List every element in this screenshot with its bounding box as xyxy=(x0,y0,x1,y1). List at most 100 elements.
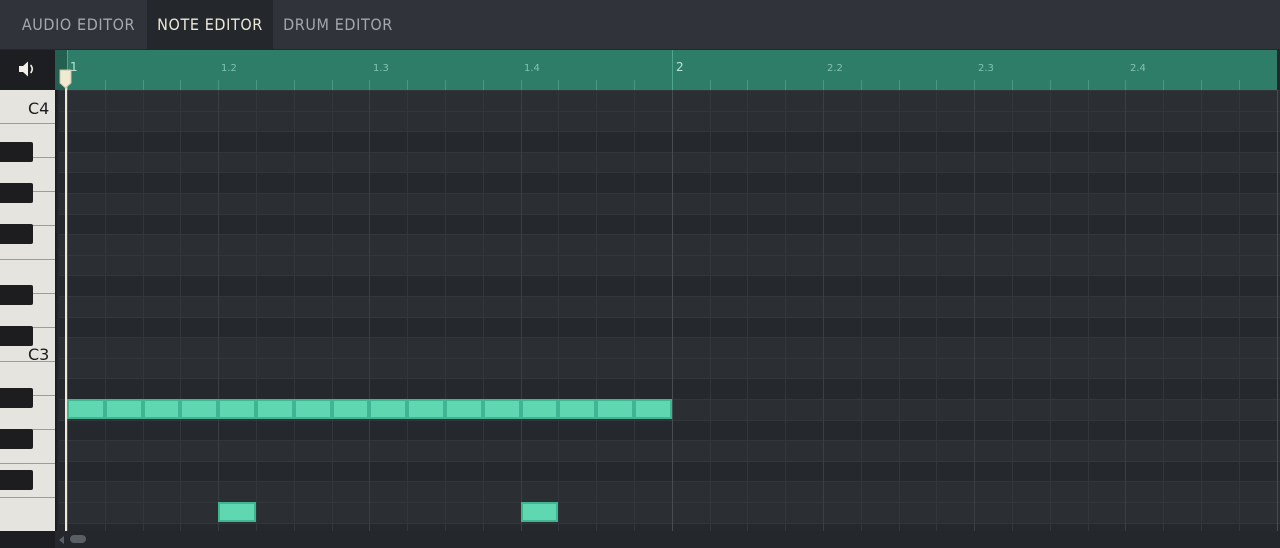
midi-note[interactable] xyxy=(142,399,181,419)
grid-column-line xyxy=(256,90,257,531)
beat-label: 2.2 xyxy=(827,63,843,74)
black-key[interactable] xyxy=(0,224,33,244)
grid-column-line xyxy=(709,90,711,531)
scroll-left-arrow-icon[interactable] xyxy=(59,536,64,544)
step-tick xyxy=(1087,80,1089,90)
beat-label: 1.4 xyxy=(524,63,540,74)
grid-column-line xyxy=(1276,90,1278,531)
grid-row-line xyxy=(59,255,1280,256)
bar-label: 2 xyxy=(676,60,684,74)
step-tick xyxy=(709,80,711,90)
midi-note[interactable] xyxy=(634,399,672,419)
grid-column-line xyxy=(1012,90,1013,531)
black-key[interactable] xyxy=(0,429,33,449)
grid-row-line xyxy=(59,193,1280,194)
grid-row-line xyxy=(59,337,1280,338)
midi-note[interactable] xyxy=(520,502,559,522)
speaker-icon[interactable] xyxy=(18,60,38,78)
step-tick xyxy=(1163,80,1165,90)
grid-column-line xyxy=(369,90,371,531)
midi-note[interactable] xyxy=(67,399,105,419)
step-tick xyxy=(407,80,409,90)
grid-row-black-key xyxy=(59,213,1280,235)
scroll-thumb[interactable] xyxy=(70,535,86,543)
midi-note[interactable] xyxy=(596,399,634,419)
black-key[interactable] xyxy=(0,142,33,162)
step-tick xyxy=(1125,80,1127,90)
black-key[interactable] xyxy=(0,285,33,305)
grid-column-line xyxy=(407,90,409,531)
tab-note-editor[interactable]: NOTE EDITOR xyxy=(147,0,273,49)
corner-filler xyxy=(0,531,55,548)
step-tick xyxy=(520,80,522,90)
grid-column-line xyxy=(1201,90,1202,531)
grid-row-black-key xyxy=(59,460,1280,482)
grid-row-black-key xyxy=(59,316,1280,338)
grid-column-line xyxy=(596,90,598,531)
midi-note[interactable] xyxy=(558,399,597,419)
grid-row-line xyxy=(59,296,1280,297)
grid-row-black-key xyxy=(59,172,1280,193)
key-label-c3: C3 xyxy=(28,345,50,364)
step-tick xyxy=(482,80,484,90)
step-tick xyxy=(331,80,333,90)
playhead-line xyxy=(65,80,67,531)
grid-column-line xyxy=(67,90,68,531)
grid-column-line xyxy=(482,90,484,531)
playhead-handle[interactable] xyxy=(59,69,72,89)
tab-drum-editor[interactable]: DRUM EDITOR xyxy=(273,0,403,49)
step-tick xyxy=(936,80,938,90)
step-tick xyxy=(218,80,220,90)
piano-keyboard[interactable]: C4 C3 xyxy=(0,90,55,531)
midi-note[interactable] xyxy=(218,399,256,419)
grid-column-line xyxy=(1163,90,1165,531)
grid-row-black-key xyxy=(59,131,1280,152)
grid-column-line xyxy=(142,90,144,531)
midi-note[interactable] xyxy=(218,502,256,522)
midi-note[interactable] xyxy=(293,399,332,419)
black-key[interactable] xyxy=(0,470,33,490)
step-tick xyxy=(369,80,371,90)
black-key[interactable] xyxy=(0,326,33,346)
grid-column-line xyxy=(671,90,673,531)
grid-column-line xyxy=(634,90,635,531)
note-grid[interactable] xyxy=(59,90,1280,531)
timeline-ruler[interactable]: 1 2 1.2 1.3 1.4 2.2 2.3 2.4 xyxy=(55,50,1280,91)
beat-label: 2.4 xyxy=(1130,63,1146,74)
midi-note[interactable] xyxy=(520,399,559,419)
sound-preview-toggle[interactable] xyxy=(0,50,55,90)
step-tick xyxy=(256,80,257,90)
grid-row-line xyxy=(59,131,1280,132)
step-tick xyxy=(445,80,446,90)
grid-row-black-key xyxy=(59,275,1280,296)
step-tick xyxy=(596,80,598,90)
midi-note[interactable] xyxy=(369,399,408,419)
midi-note[interactable] xyxy=(331,399,370,419)
grid-row-line xyxy=(59,461,1280,462)
key-label-c4: C4 xyxy=(28,99,50,118)
midi-note[interactable] xyxy=(445,399,483,419)
step-tick xyxy=(558,80,560,90)
beat-label: 2.3 xyxy=(978,63,994,74)
midi-note[interactable] xyxy=(104,399,143,419)
midi-note[interactable] xyxy=(482,399,521,419)
midi-note[interactable] xyxy=(180,399,219,419)
grid-column-line xyxy=(936,90,938,531)
grid-column-line xyxy=(898,90,900,531)
grid-row-line xyxy=(59,172,1280,173)
grid-row-line xyxy=(59,420,1280,421)
black-key[interactable] xyxy=(0,183,33,203)
step-tick xyxy=(634,80,635,90)
grid-row-black-key xyxy=(59,378,1280,399)
midi-note[interactable] xyxy=(407,399,445,419)
black-key[interactable] xyxy=(0,388,33,408)
grid-column-line xyxy=(785,90,787,531)
grid-row-line xyxy=(59,378,1280,379)
step-tick xyxy=(104,80,106,90)
tab-audio-editor[interactable]: AUDIO EDITOR xyxy=(10,0,147,49)
grid-row-line xyxy=(59,481,1280,482)
step-tick xyxy=(898,80,900,90)
midi-note[interactable] xyxy=(256,399,294,419)
horizontal-scrollbar[interactable] xyxy=(55,531,1280,548)
grid-column-line xyxy=(1238,90,1240,531)
